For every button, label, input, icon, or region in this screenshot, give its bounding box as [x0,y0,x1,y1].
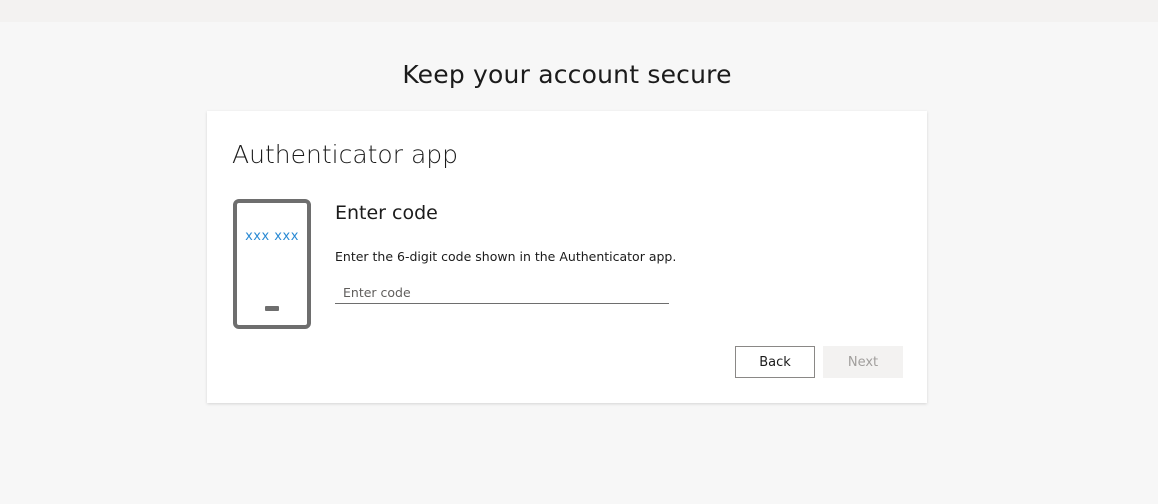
phone-home-button-icon [265,306,279,311]
section-title: Enter code [335,202,438,224]
page-title: Keep your account secure [402,60,732,89]
phone-code-display: xxx xxx [245,229,299,244]
code-input[interactable] [335,282,669,304]
next-button[interactable]: Next [823,346,903,378]
card-title: Authenticator app [232,140,459,169]
back-button[interactable]: Back [735,346,815,378]
smartphone-icon: xxx xxx [233,199,311,329]
authenticator-card: Authenticator app xxx xxx Enter code Ent… [207,111,927,403]
top-bar [0,0,1158,22]
instructions-text: Enter the 6-digit code shown in the Auth… [335,249,677,264]
